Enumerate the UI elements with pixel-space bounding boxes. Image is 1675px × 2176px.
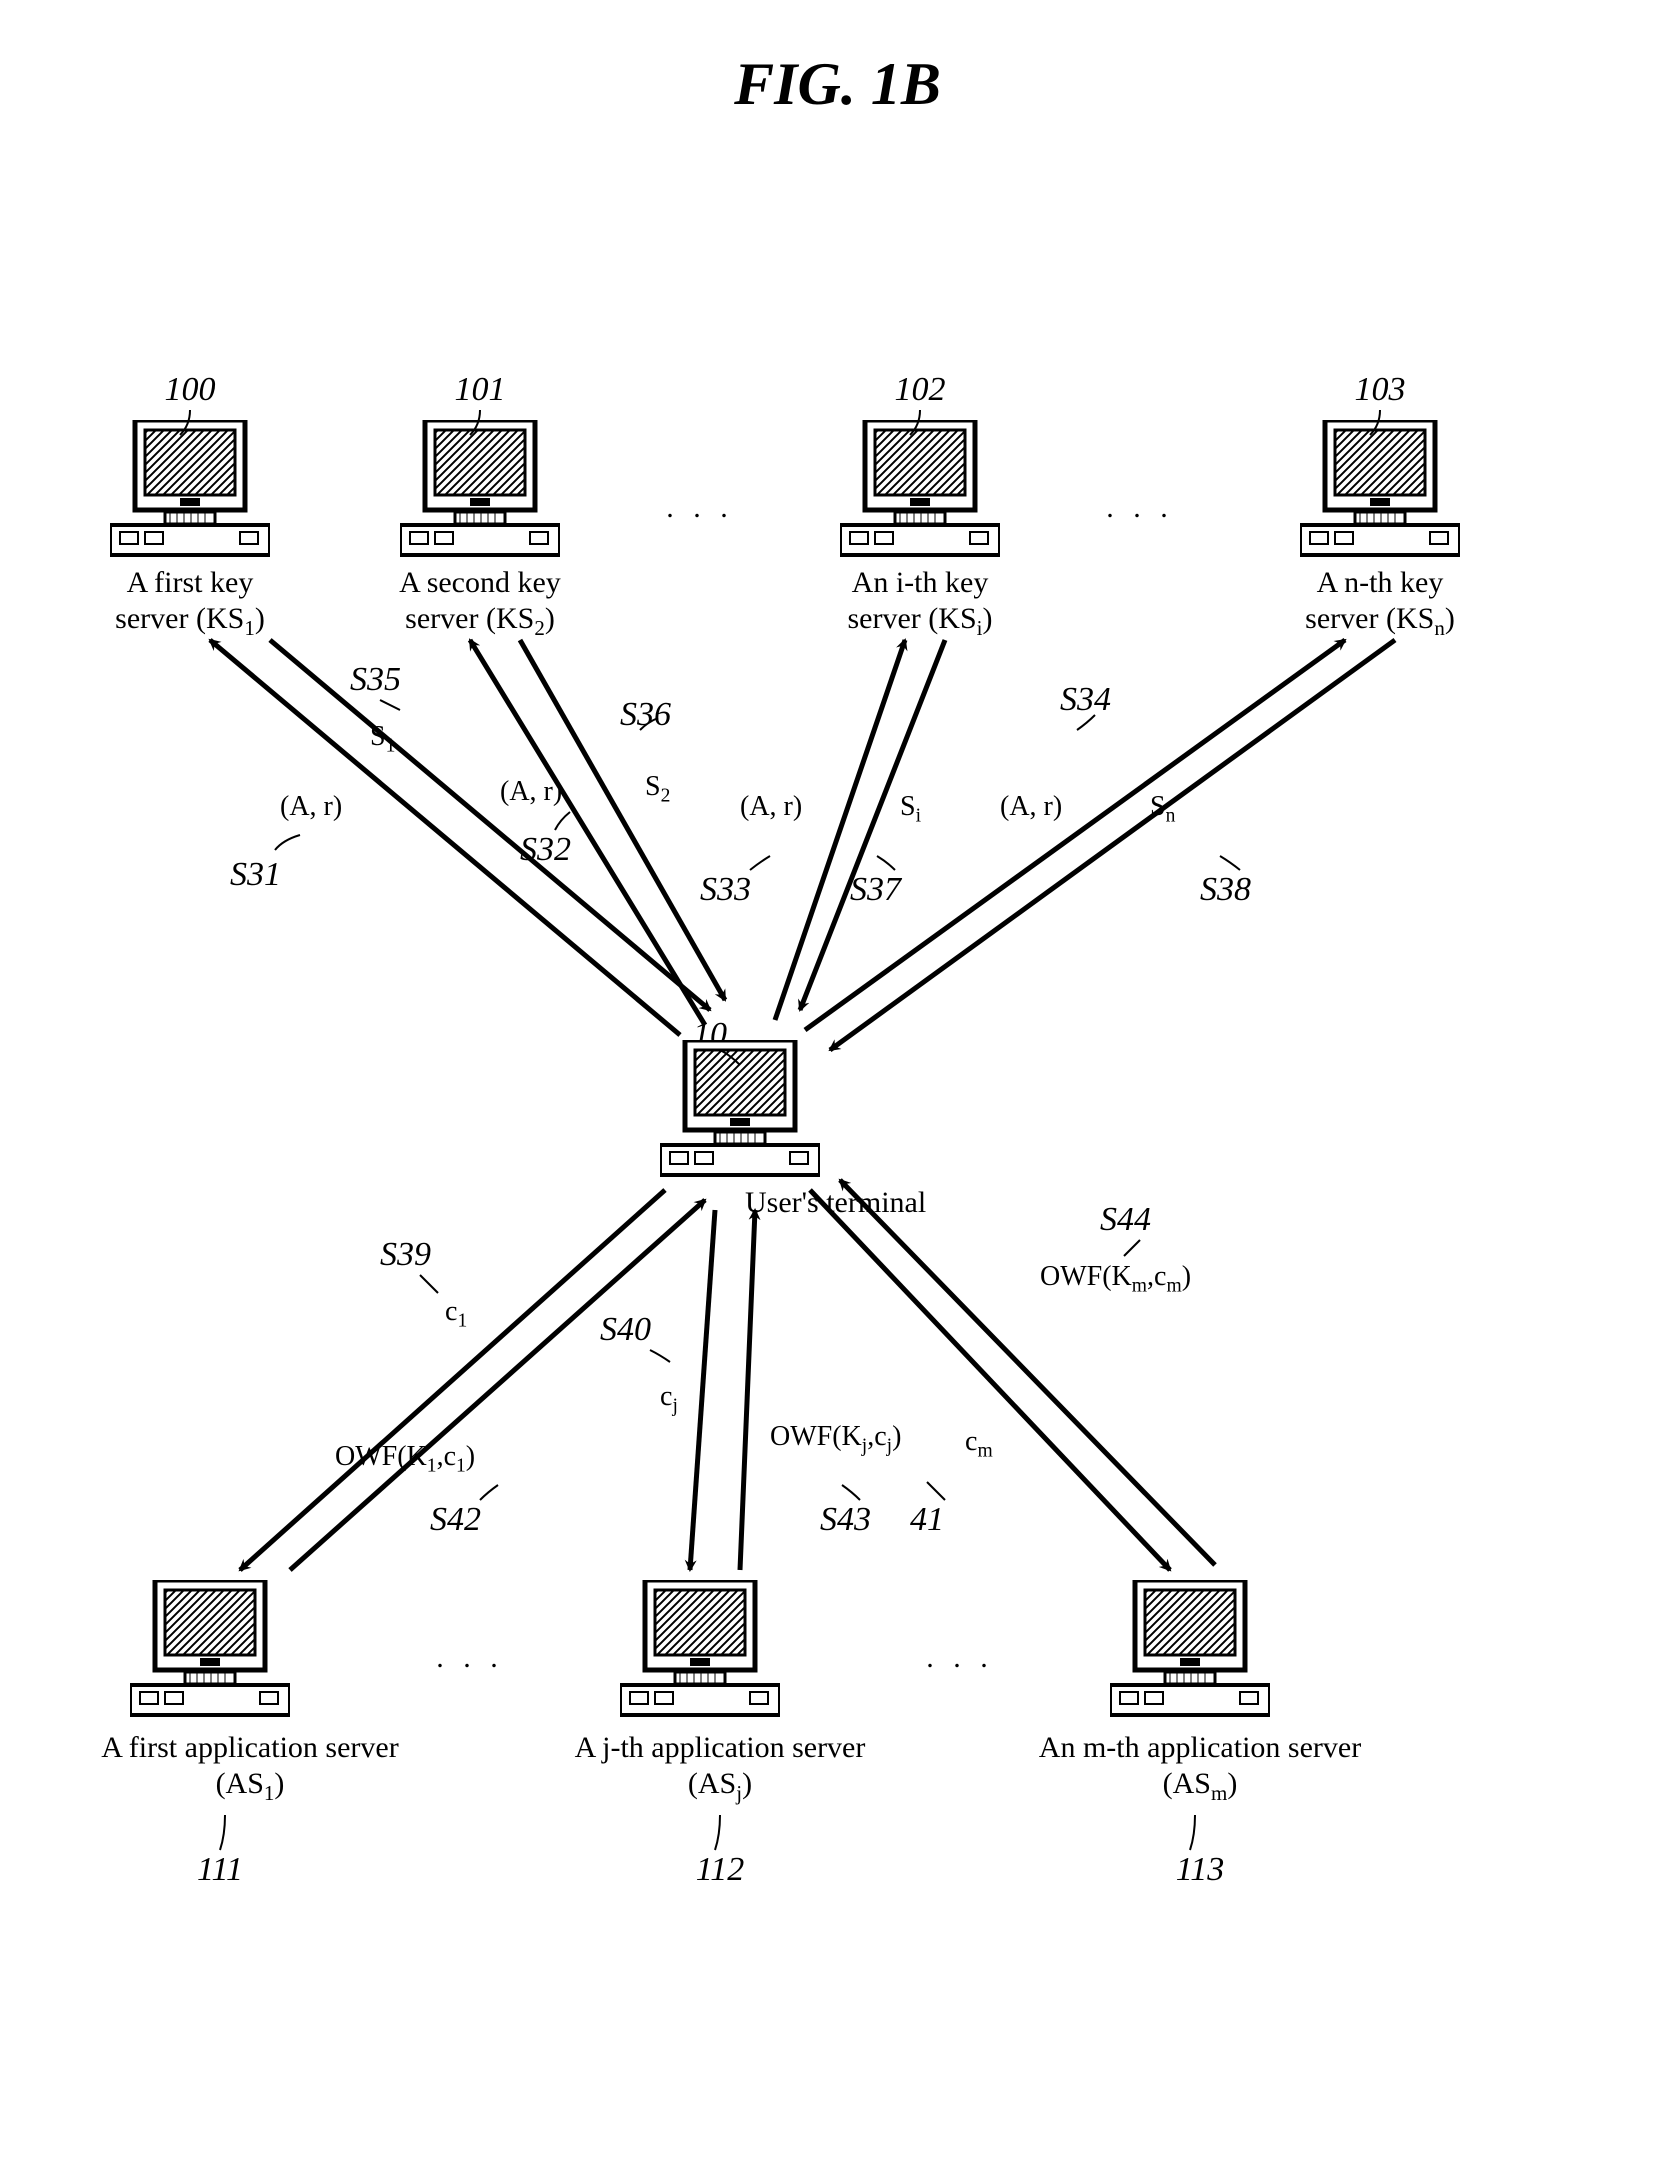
msg-s36: S2 [645,770,670,808]
msg-s41: cm [965,1425,993,1463]
msg-s33: (A, r) [740,790,802,824]
arrows-layer [0,0,1675,2176]
msg-s42: OWF(K1,c1) [335,1440,475,1478]
msg-s44: OWF(Km,cm) [1040,1260,1191,1298]
msg-s43: OWF(Kj,cj) [770,1420,901,1458]
msg-s40: cj [660,1380,678,1418]
step-s31: S31 [230,855,281,896]
step-s33: S33 [700,870,751,911]
msg-s32: (A, r) [500,775,562,809]
msg-s37: Si [900,790,921,828]
msg-s34: (A, r) [1000,790,1062,824]
step-s35: S35 [350,660,401,701]
step-s38: S38 [1200,870,1251,911]
step-s39: S39 [380,1235,431,1276]
step-s42: S42 [430,1500,481,1541]
step-s36: S36 [620,695,671,736]
step-s44: S44 [1100,1200,1151,1241]
step-s34: S34 [1060,680,1111,721]
msg-s39: c1 [445,1295,467,1333]
figure-page: FIG. 1B [0,0,1675,2176]
msg-s31: (A, r) [280,790,342,824]
step-s40: S40 [600,1310,651,1351]
step-s37: S37 [850,870,901,911]
step-s41: 41 [910,1500,944,1541]
msg-s35: S1 [370,720,395,758]
step-s43: S43 [820,1500,871,1541]
step-s32: S32 [520,830,571,871]
msg-s38: Sn [1150,790,1175,828]
